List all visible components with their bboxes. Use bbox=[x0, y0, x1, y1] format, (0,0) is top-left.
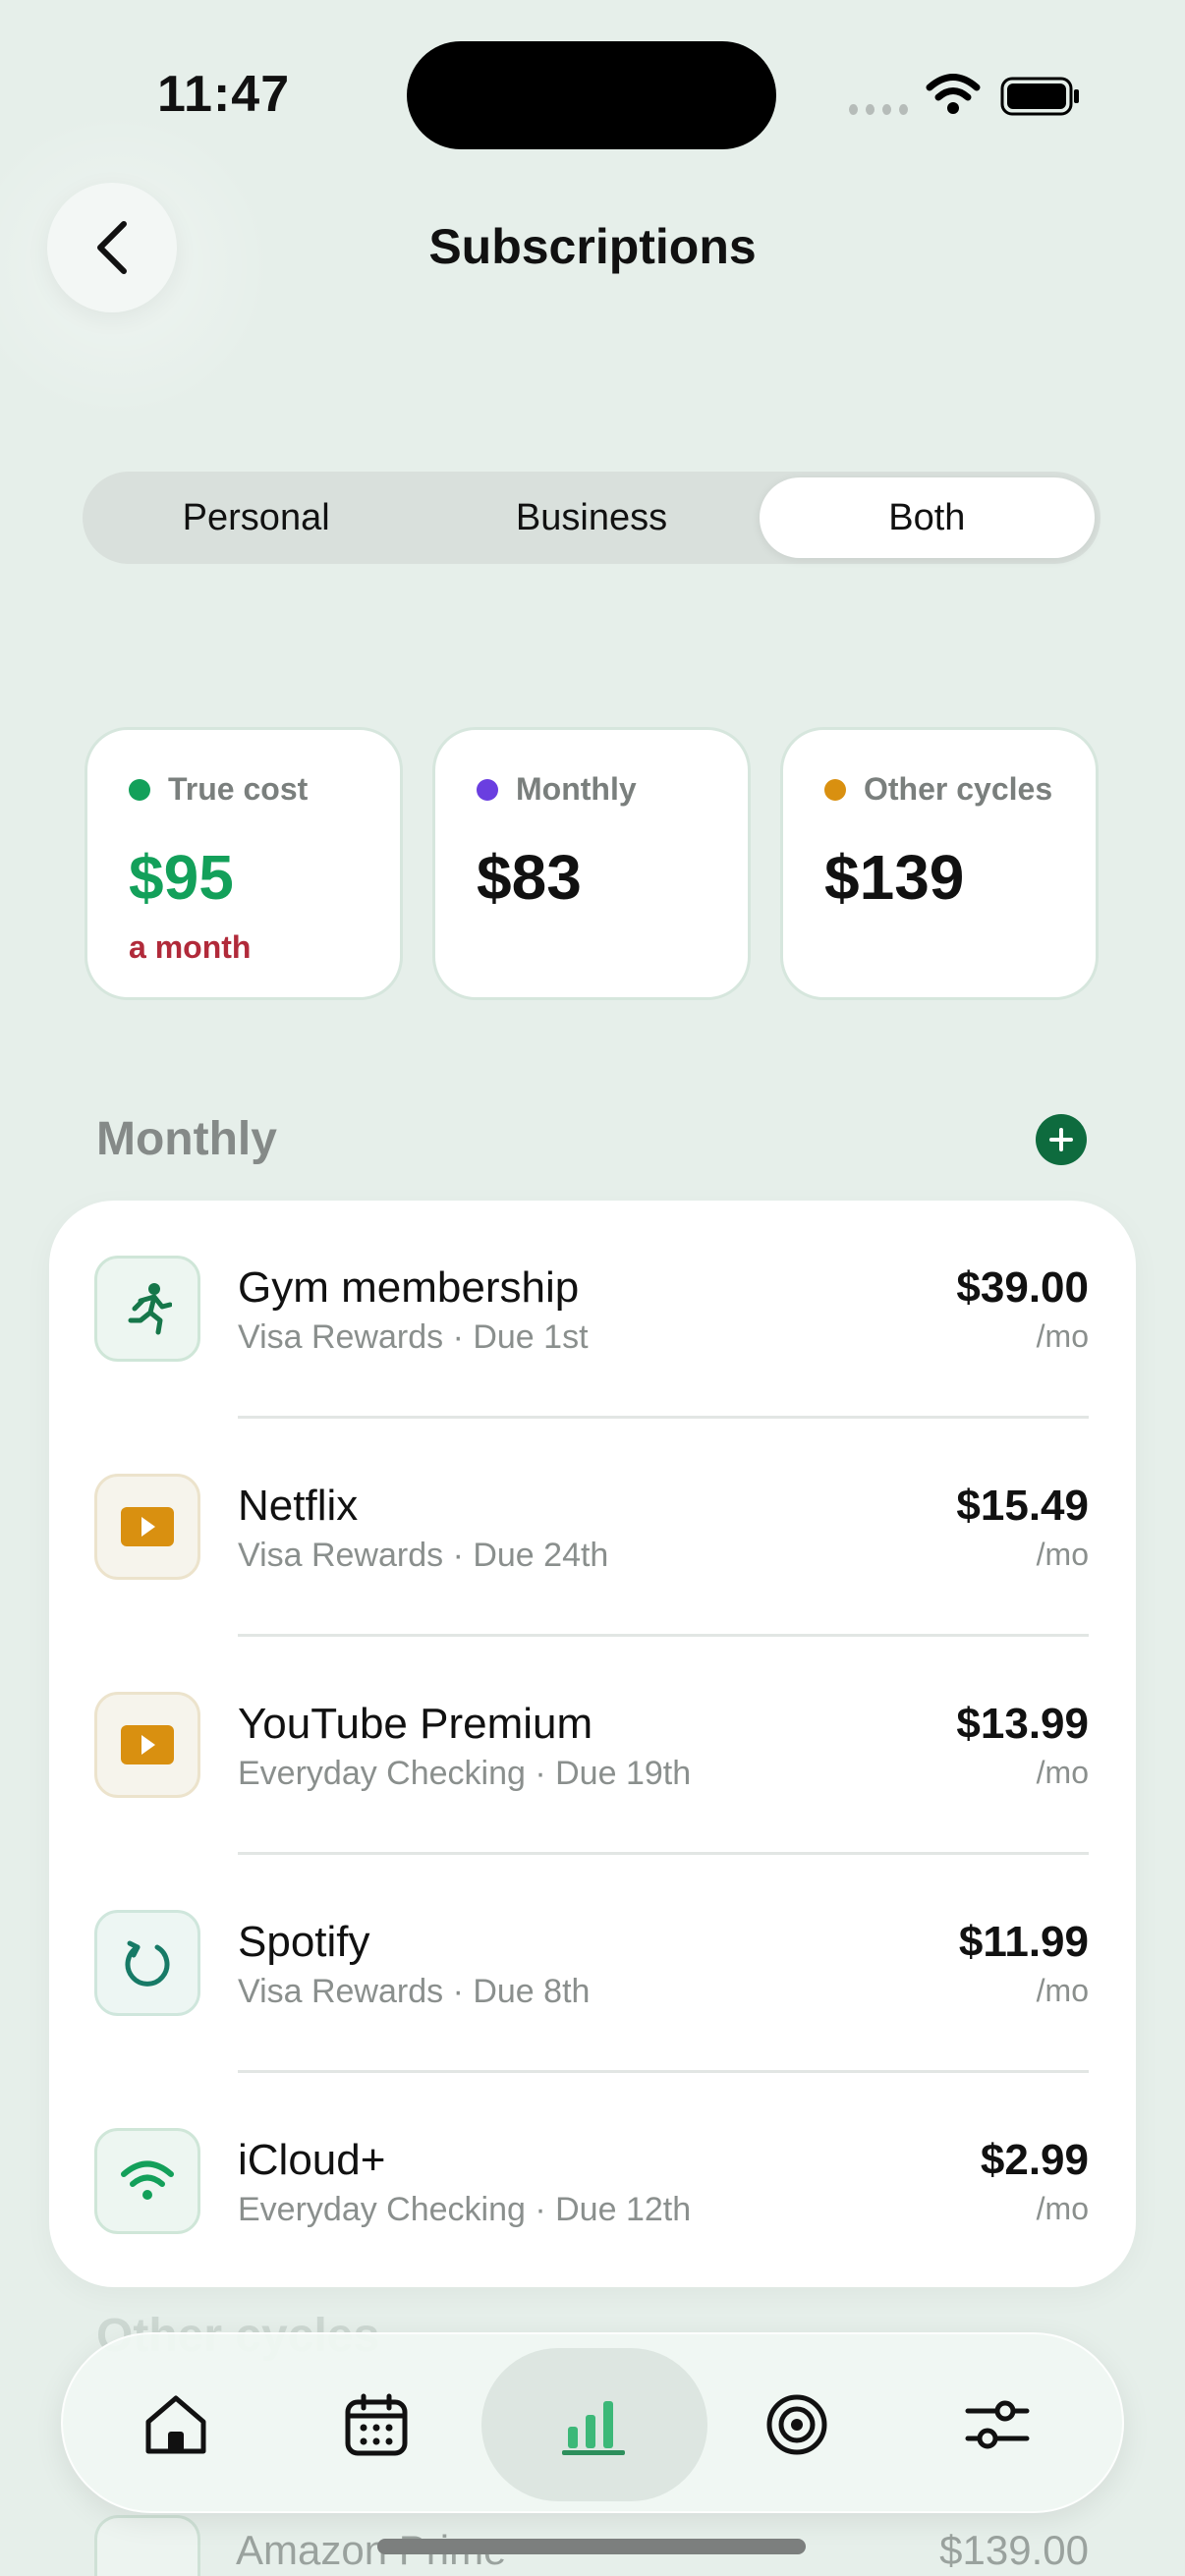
subscription-amount-peek: $139.00 bbox=[939, 2527, 1089, 2573]
sliders-icon bbox=[965, 2400, 1030, 2449]
stat-card-other-cycles[interactable]: Other cycles $139 bbox=[780, 727, 1099, 1000]
play-icon bbox=[94, 1474, 200, 1580]
stat-label: True cost bbox=[168, 771, 309, 807]
subscription-period: /mo bbox=[1036, 1537, 1089, 1572]
subscription-period: /mo bbox=[1036, 1755, 1089, 1790]
stat-card-monthly[interactable]: Monthly $83 bbox=[432, 727, 751, 1000]
subscription-detail: Everyday Checking · Due 19th bbox=[238, 1755, 692, 1792]
subscription-period: /mo bbox=[1036, 1973, 1089, 2008]
subscription-row-youtube-premium[interactable]: YouTube Premium Everyday Checking · Due … bbox=[49, 1637, 1136, 1855]
plus-icon bbox=[1049, 1128, 1073, 1151]
stat-card-true-cost[interactable]: True cost $95 a month bbox=[85, 727, 403, 1000]
tab-calendar[interactable] bbox=[303, 2334, 450, 2515]
status-dot bbox=[129, 778, 150, 801]
subscription-detail: Everyday Checking · Due 12th bbox=[238, 2191, 692, 2228]
home-icon bbox=[145, 2395, 206, 2454]
subscription-name: YouTube Premium bbox=[238, 1700, 593, 1748]
tab-home[interactable] bbox=[102, 2334, 250, 2515]
signal-icon bbox=[849, 104, 908, 116]
calendar-icon bbox=[345, 2393, 408, 2456]
tab-settings[interactable] bbox=[924, 2334, 1071, 2515]
subscription-row-spotify[interactable]: Spotify Visa Rewards · Due 8th $11.99 /m… bbox=[49, 1855, 1136, 2073]
subscription-detail: Visa Rewards · Due 24th bbox=[238, 1537, 609, 1574]
add-subscription-button[interactable] bbox=[1036, 1114, 1087, 1165]
subscription-name: Gym membership bbox=[238, 1263, 580, 1312]
tab-goals[interactable] bbox=[723, 2334, 871, 2515]
stat-value: $83 bbox=[477, 842, 582, 913]
section-title: Monthly bbox=[96, 1113, 277, 1165]
stat-label: Monthly bbox=[516, 771, 637, 807]
stat-value: $95 bbox=[129, 842, 234, 913]
subscription-amount: $13.99 bbox=[956, 1700, 1089, 1748]
subscription-period: /mo bbox=[1036, 1318, 1089, 1354]
subscription-name: iCloud+ bbox=[238, 2136, 386, 2184]
status-time: 11:47 bbox=[157, 66, 291, 123]
subscription-amount: $11.99 bbox=[958, 1918, 1089, 1966]
stat-value: $139 bbox=[824, 842, 965, 913]
subscription-detail: Visa Rewards · Due 1st bbox=[238, 1318, 589, 1356]
segment-personal[interactable]: Personal bbox=[88, 477, 423, 558]
status-dot bbox=[824, 778, 846, 801]
segment-both[interactable]: Both bbox=[759, 477, 1095, 558]
refresh-icon bbox=[94, 1910, 200, 2016]
subscription-row-gym[interactable]: Gym membership Visa Rewards · Due 1st $3… bbox=[49, 1201, 1136, 1419]
stat-subtext: a month bbox=[129, 929, 252, 965]
target-icon bbox=[766, 2394, 827, 2455]
subscription-amount: $15.49 bbox=[956, 1482, 1089, 1530]
subscription-period: /mo bbox=[1036, 2191, 1089, 2226]
battery-icon bbox=[1000, 77, 1079, 116]
status-dot bbox=[477, 778, 498, 801]
tab-bar bbox=[61, 2332, 1124, 2513]
subscription-row-icloud[interactable]: iCloud+ Everyday Checking · Due 12th $2.… bbox=[49, 2073, 1136, 2291]
subscription-row-netflix[interactable]: Netflix Visa Rewards · Due 24th $15.49 /… bbox=[49, 1419, 1136, 1637]
bar-chart-icon bbox=[562, 2401, 625, 2455]
subscription-amount: $2.99 bbox=[980, 2136, 1089, 2184]
subscription-name: Spotify bbox=[238, 1918, 370, 1966]
subscription-name: Netflix bbox=[238, 1482, 359, 1530]
segment-business[interactable]: Business bbox=[423, 477, 759, 558]
stat-label: Other cycles bbox=[864, 771, 1053, 807]
running-icon bbox=[94, 1256, 200, 1362]
dynamic-island bbox=[407, 41, 776, 149]
subscription-amount: $39.00 bbox=[956, 1263, 1089, 1312]
page-title: Subscriptions bbox=[428, 219, 757, 274]
play-icon bbox=[94, 1692, 200, 1798]
wifi-icon bbox=[94, 2128, 200, 2234]
wifi-status-icon bbox=[926, 74, 981, 114]
subscription-detail: Visa Rewards · Due 8th bbox=[238, 1973, 591, 2010]
home-indicator bbox=[377, 2539, 806, 2554]
scope-segmented-control: Personal Business Both bbox=[83, 472, 1100, 564]
play-icon bbox=[94, 2515, 200, 2576]
subscription-list: Gym membership Visa Rewards · Due 1st $3… bbox=[49, 1201, 1136, 2287]
tab-insights[interactable] bbox=[481, 2348, 707, 2501]
